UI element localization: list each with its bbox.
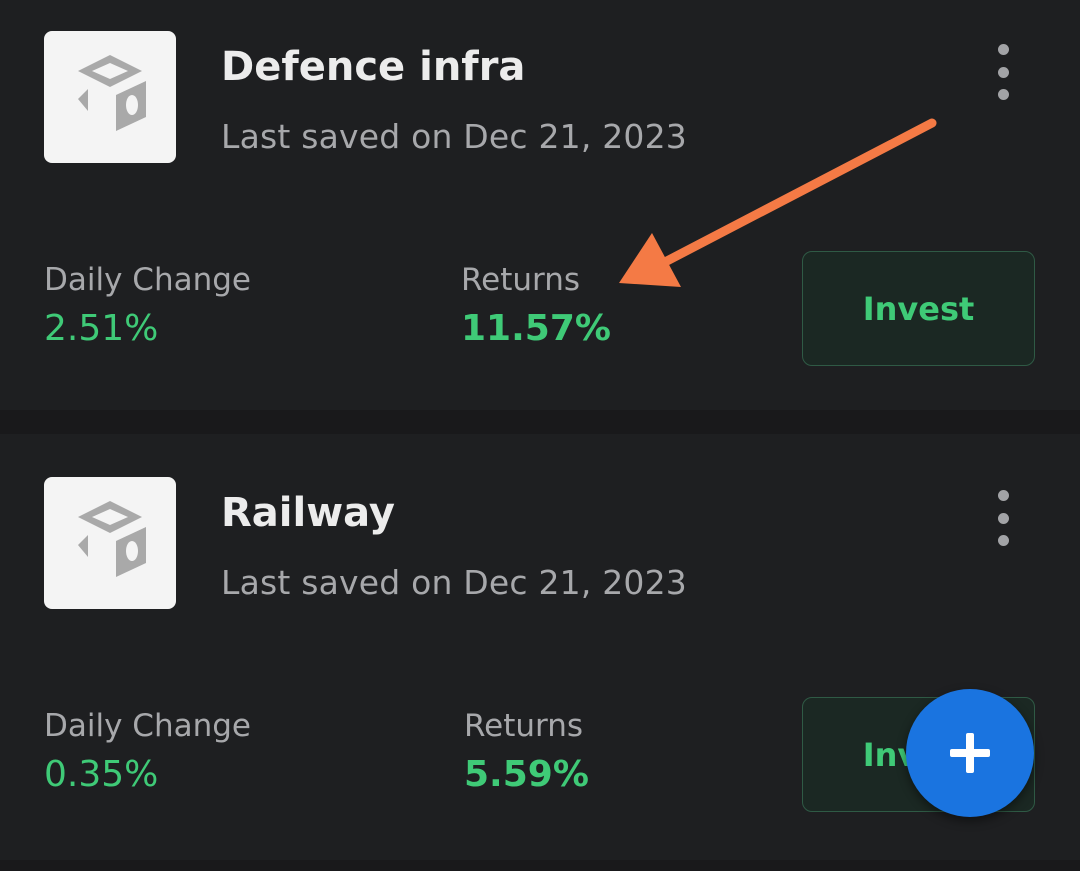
basket-cube-icon xyxy=(44,477,176,609)
daily-change-label: Daily Change xyxy=(44,262,251,298)
card-divider xyxy=(0,410,1080,434)
basket-last-saved: Last saved on Dec 21, 2023 xyxy=(221,117,688,156)
returns-value: 11.57% xyxy=(461,308,611,349)
returns-value: 5.59% xyxy=(464,754,589,795)
basket-title: Defence infra xyxy=(221,44,526,90)
basket-cube-icon xyxy=(44,31,176,163)
daily-change-value: 2.51% xyxy=(44,308,159,349)
daily-change-label: Daily Change xyxy=(44,708,251,744)
basket-last-saved: Last saved on Dec 21, 2023 xyxy=(221,563,688,602)
returns-label: Returns xyxy=(464,708,584,744)
basket-title: Railway xyxy=(221,490,396,536)
more-options-icon[interactable] xyxy=(988,488,1018,548)
plus-icon xyxy=(950,733,990,773)
more-options-icon[interactable] xyxy=(988,42,1018,102)
basket-card[interactable]: Railway Last saved on Dec 21, 2023 Daily… xyxy=(0,434,1080,860)
card-divider xyxy=(0,860,1080,871)
add-basket-button[interactable] xyxy=(906,689,1034,817)
basket-card[interactable]: Defence infra Last saved on Dec 21, 2023… xyxy=(0,0,1080,410)
returns-label: Returns xyxy=(461,262,581,298)
invest-button[interactable]: Invest xyxy=(802,251,1035,366)
daily-change-value: 0.35% xyxy=(44,754,159,795)
